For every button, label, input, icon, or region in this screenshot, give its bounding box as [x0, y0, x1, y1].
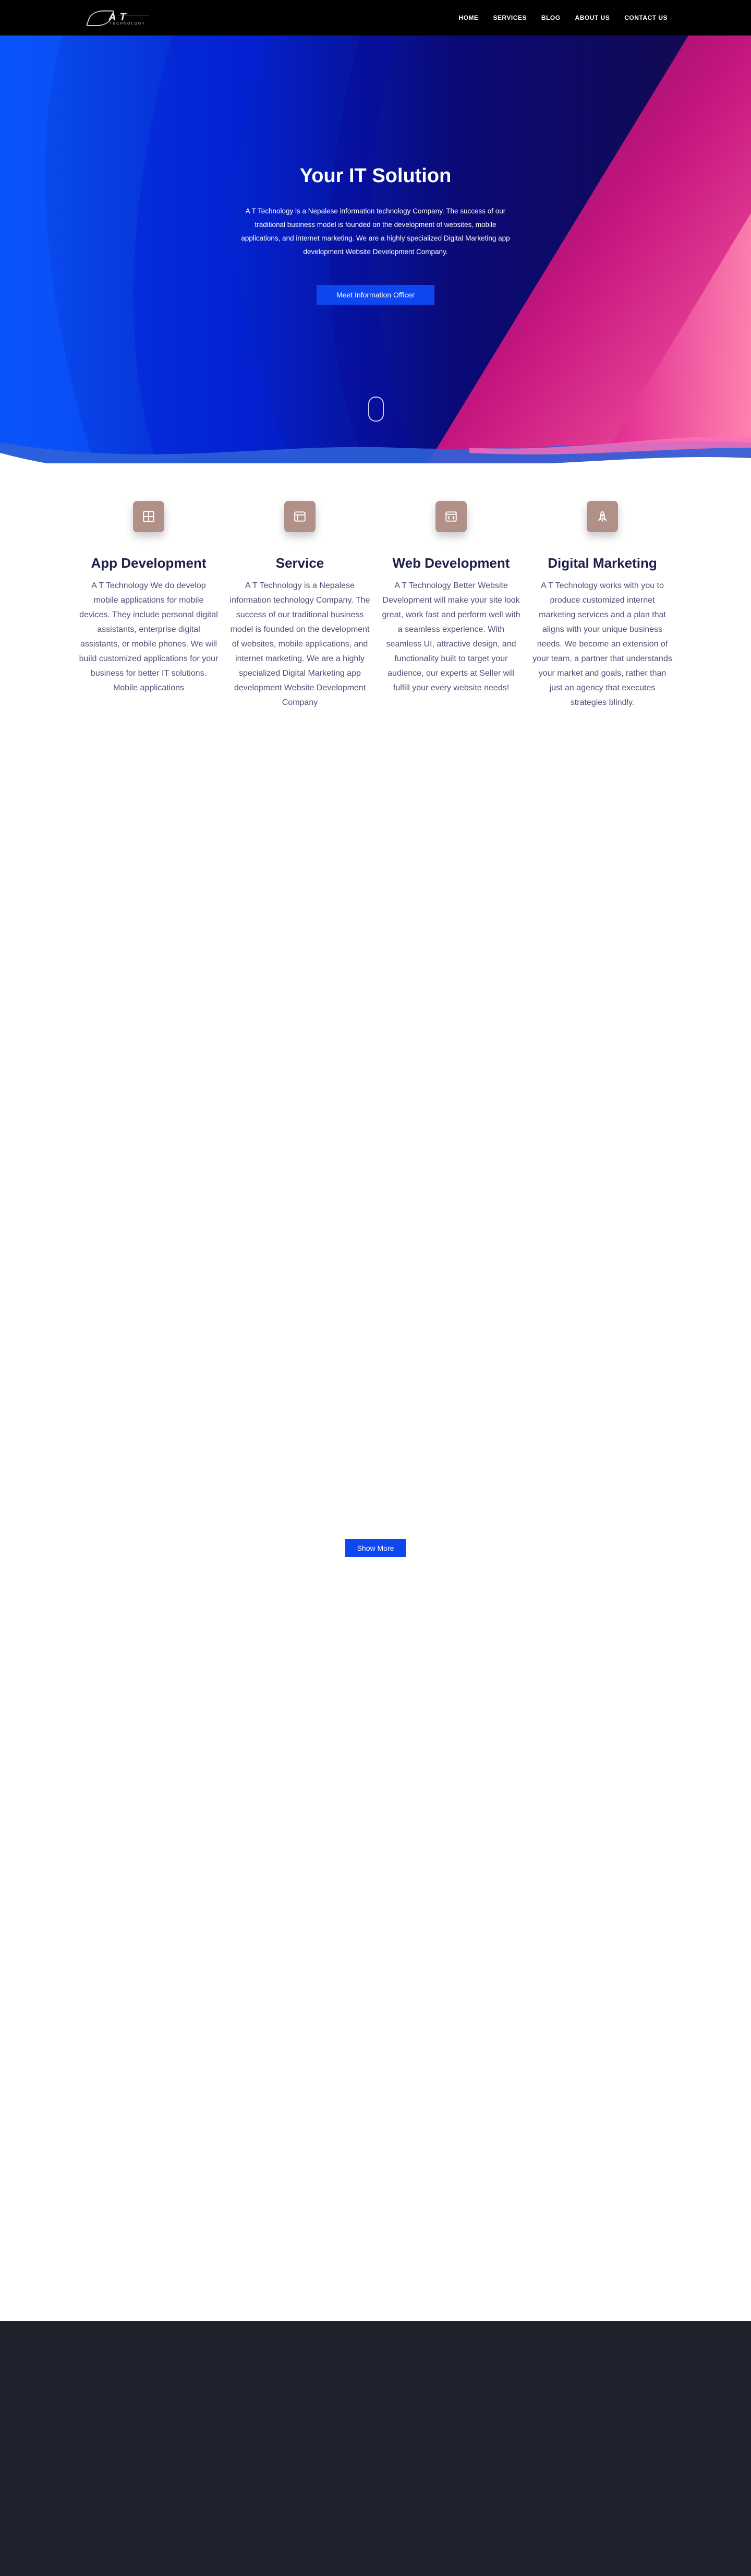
feature-title: Service	[275, 555, 324, 571]
feature-description: A T Technology Better Website Developmen…	[382, 581, 520, 692]
show-more-button[interactable]: Show More	[345, 1539, 406, 1557]
feature-title: Digital Marketing	[548, 555, 657, 571]
feature-digital-marketing: Digital Marketing A T Technology works w…	[532, 501, 673, 710]
hero-description: A T Technology is a Nepalese information…	[241, 207, 510, 256]
scroll-mouse-icon[interactable]	[368, 397, 384, 422]
feature-service: Service A T Technology is a Nepalese inf…	[229, 501, 370, 710]
main-nav: HOME SERVICES BLOG ABOUT US CONTACT US	[458, 0, 668, 35]
feature-app-development: App Development A T Technology We do dev…	[78, 501, 219, 710]
layout-grid-icon	[133, 501, 164, 532]
browser-window-icon	[284, 501, 316, 532]
feature-web-development: Web Development A T Technology Better We…	[381, 501, 522, 710]
footer	[0, 2321, 751, 2576]
feature-title: Web Development	[392, 555, 510, 571]
nav-about-us[interactable]: ABOUT US	[575, 14, 610, 21]
nav-home[interactable]: HOME	[458, 14, 478, 21]
nav-blog[interactable]: BLOG	[541, 14, 561, 21]
features-section: App Development A T Technology We do dev…	[78, 501, 673, 710]
meet-information-officer-button[interactable]: Meet Information Officer	[317, 285, 434, 305]
nav-services[interactable]: SERVICES	[493, 14, 526, 21]
logo[interactable]: A T TECHNOLOGY	[86, 8, 151, 27]
hero-section: Your IT Solution A T Technology is a Nep…	[0, 35, 751, 463]
feature-description: A T Technology is a Nepalese information…	[229, 581, 370, 707]
feature-description: A T Technology We do develop mobile appl…	[79, 581, 219, 692]
feature-title: App Development	[91, 555, 207, 571]
logo-subtext: TECHNOLOGY	[110, 22, 146, 26]
hero-title: Your IT Solution	[299, 165, 452, 187]
feature-description: A T Technology works with you to produce…	[532, 581, 672, 707]
nav-contact-us[interactable]: CONTACT US	[624, 14, 668, 21]
top-navbar: A T TECHNOLOGY HOME SERVICES BLOG ABOUT …	[0, 0, 751, 35]
rocket-icon	[587, 501, 618, 532]
code-window-icon	[435, 501, 467, 532]
